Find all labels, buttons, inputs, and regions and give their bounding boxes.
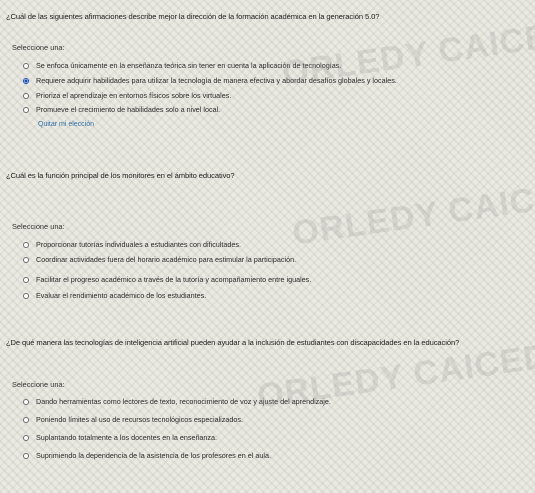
- q3-option-4[interactable]: Suprimiendo la dependencia de la asisten…: [23, 451, 271, 460]
- q3-option-1[interactable]: Dando herramientas como lectores de text…: [23, 397, 331, 406]
- radio-button[interactable]: [23, 416, 29, 423]
- radio-button[interactable]: [23, 452, 29, 459]
- option-label: Evaluar el rendimiento académico de los …: [36, 291, 207, 300]
- option-label: Poniendo límites al uso de recursos tecn…: [36, 415, 243, 424]
- question-1-select-label: Seleccione una:: [12, 43, 65, 52]
- question-3-text: ¿De qué manera las tecnologías de inteli…: [6, 338, 460, 347]
- option-label: Promueve el crecimiento de habilidades s…: [36, 105, 221, 114]
- radio-button[interactable]: [23, 241, 29, 248]
- q1-option-2[interactable]: Requiere adquirir habilidades para utili…: [23, 76, 397, 85]
- radio-button[interactable]: [23, 434, 29, 441]
- q3-option-2[interactable]: Poniendo límites al uso de recursos tecn…: [23, 415, 243, 424]
- question-1-text: ¿Cuál de las siguientes afirmaciones des…: [6, 12, 380, 21]
- question-2-select-label: Seleccione una:: [12, 222, 65, 231]
- q2-option-4[interactable]: Evaluar el rendimiento académico de los …: [23, 291, 206, 300]
- clear-choice-link[interactable]: Quitar mi elección: [38, 121, 94, 128]
- q1-option-1[interactable]: Se enfoca únicamente en la enseñanza teó…: [23, 61, 341, 70]
- radio-button[interactable]: [23, 256, 29, 263]
- q1-option-4[interactable]: Promueve el crecimiento de habilidades s…: [23, 105, 220, 114]
- radio-button-selected[interactable]: [23, 77, 29, 84]
- option-label: Coordinar actividades fuera del horario …: [36, 255, 297, 264]
- q1-option-3[interactable]: Prioriza el aprendizaje en entornos físi…: [23, 91, 231, 100]
- question-2-text: ¿Cuál es la función principal de los mon…: [6, 171, 235, 180]
- radio-button[interactable]: [23, 92, 29, 99]
- option-label: Proporcionar tutorías individuales a est…: [36, 240, 241, 249]
- option-label: Requiere adquirir habilidades para utili…: [36, 76, 397, 85]
- option-label: Suplantando totalmente a los docentes en…: [36, 433, 218, 442]
- radio-button[interactable]: [23, 398, 29, 405]
- radio-button[interactable]: [23, 62, 29, 69]
- option-label: Facilitar el progreso académico a través…: [36, 275, 312, 284]
- radio-button[interactable]: [23, 106, 29, 113]
- question-3-select-label: Seleccione una:: [12, 380, 65, 389]
- q2-option-2[interactable]: Coordinar actividades fuera del horario …: [23, 255, 296, 264]
- option-label: Suprimiendo la dependencia de la asisten…: [36, 451, 271, 460]
- option-label: Prioriza el aprendizaje en entornos físi…: [36, 91, 232, 100]
- option-label: Dando herramientas como lectores de text…: [36, 397, 331, 406]
- radio-button[interactable]: [23, 292, 29, 299]
- q3-option-3[interactable]: Suplantando totalmente a los docentes en…: [23, 433, 217, 442]
- radio-button[interactable]: [23, 276, 29, 283]
- option-label: Se enfoca únicamente en la enseñanza teó…: [36, 61, 342, 70]
- q2-option-3[interactable]: Facilitar el progreso académico a través…: [23, 275, 311, 284]
- q2-option-1[interactable]: Proporcionar tutorías individuales a est…: [23, 240, 241, 249]
